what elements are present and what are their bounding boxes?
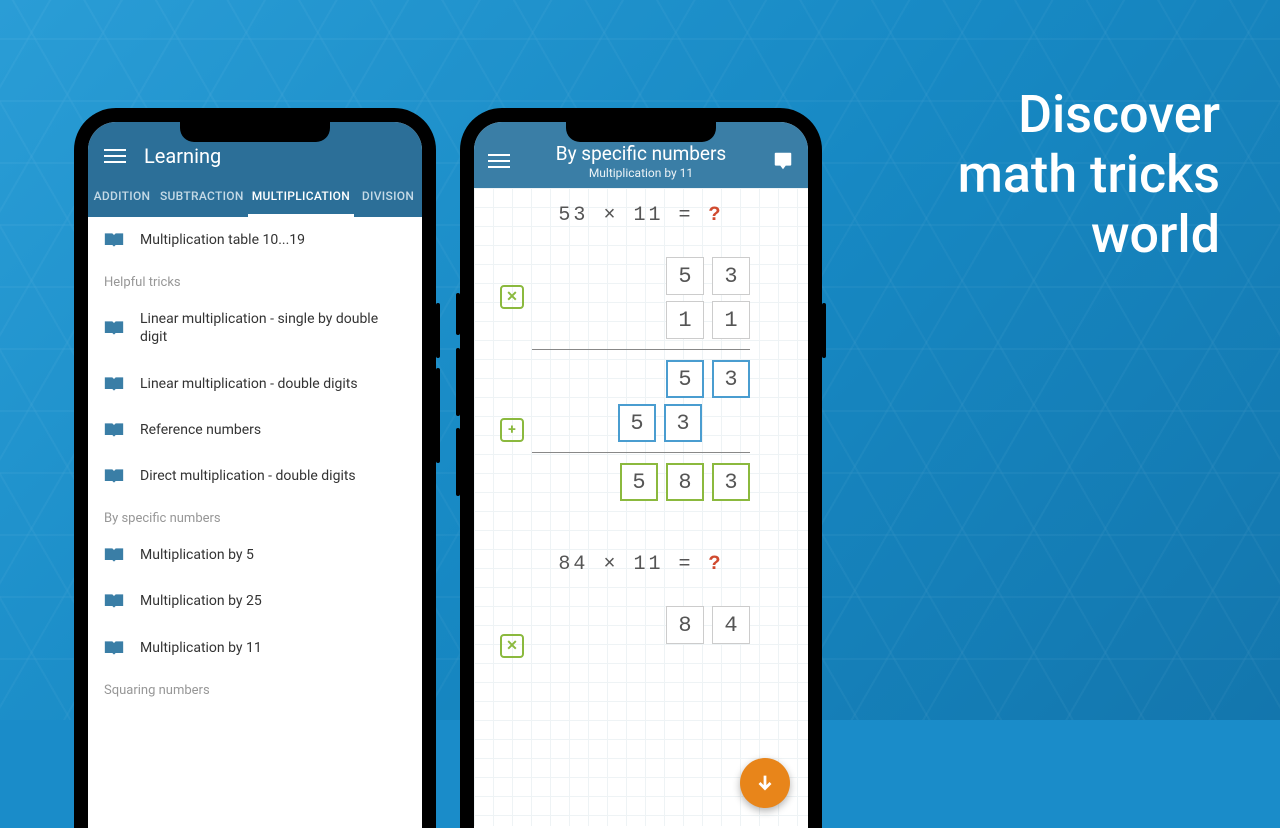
list-item-label: Multiplication by 25: [140, 592, 262, 610]
phone-side-button: [436, 303, 440, 358]
hamburger-menu-icon[interactable]: [104, 149, 126, 163]
question-mark: ?: [709, 204, 724, 227]
list-item-label: Multiplication table 10...19: [140, 231, 305, 249]
list-item[interactable]: Multiplication by 5: [88, 532, 422, 578]
headline-line-1: Discover: [958, 85, 1220, 145]
digit-cell: 5: [666, 257, 704, 295]
phone-side-button: [436, 368, 440, 463]
phone-frame: By specific numbers Multiplication by 11…: [460, 108, 822, 828]
list-item-label: Multiplication by 5: [140, 546, 254, 564]
operand-a: 53: [558, 204, 588, 227]
digit-row: 8 4: [532, 606, 750, 644]
phone-notch: [180, 122, 330, 142]
operand-a: 84: [558, 553, 588, 576]
digit-cell: 3: [712, 463, 750, 501]
divider: [532, 349, 750, 350]
digit-cell: 1: [712, 301, 750, 339]
category-tabs: ADDITION SUBTRACTION MULTIPLICATION DIVI…: [88, 178, 422, 217]
headline-line-2: math tricks: [958, 145, 1220, 205]
equation-1: 53 × 11 = ?: [492, 188, 790, 243]
book-icon: [104, 375, 124, 393]
app-bar-title: By specific numbers: [524, 142, 758, 165]
calculation-block-1: ✕ 5 3 1 1 + 5 3 5: [492, 243, 790, 515]
app-bar-title-block: By specific numbers Multiplication by 11: [524, 142, 758, 180]
list-item[interactable]: Direct multiplication - double digits: [88, 453, 422, 499]
phone-learning: Learning ADDITION SUBTRACTION MULTIPLICA…: [74, 108, 436, 828]
marketing-headline: Discover math tricks world: [958, 85, 1220, 264]
list-item[interactable]: Multiplication by 11: [88, 625, 422, 671]
list-item[interactable]: Linear multiplication - double digits: [88, 361, 422, 407]
phone-screen: Learning ADDITION SUBTRACTION MULTIPLICA…: [88, 122, 422, 828]
phone-notch: [566, 122, 716, 142]
scroll-down-fab[interactable]: [740, 758, 790, 808]
worksheet-area[interactable]: 53 × 11 = ? ✕ 5 3 1 1: [474, 188, 808, 826]
divider: [532, 452, 750, 453]
digit-cell: 3: [712, 257, 750, 295]
phone-screen: By specific numbers Multiplication by 11…: [474, 122, 808, 828]
calculation-block-2: ✕ 8 4: [492, 592, 790, 658]
digit-cell: 3: [664, 404, 702, 442]
arrow-down-icon: [754, 772, 776, 794]
tab-addition[interactable]: ADDITION: [88, 178, 156, 217]
multiply-badge-icon: ✕: [500, 285, 524, 309]
book-icon: [104, 421, 124, 439]
tab-division[interactable]: DIVISION: [354, 178, 422, 217]
result-row: 5 8 3: [532, 463, 750, 501]
book-icon: [104, 592, 124, 610]
equals: =: [679, 553, 694, 576]
list-item-label: Linear multiplication - double digits: [140, 375, 358, 393]
book-icon: [104, 546, 124, 564]
equation-2: 84 × 11 = ?: [492, 537, 790, 592]
digit-cell: 8: [666, 606, 704, 644]
book-icon: [104, 467, 124, 485]
phone-side-button: [822, 303, 826, 358]
lesson-list[interactable]: Multiplication table 10...19 Helpful tri…: [88, 217, 422, 815]
digit-cell: 5: [620, 463, 658, 501]
list-item-label: Linear multiplication - single by double…: [140, 310, 406, 346]
hamburger-menu-icon[interactable]: [488, 154, 510, 168]
tab-subtraction[interactable]: SUBTRACTION: [156, 178, 248, 217]
list-item[interactable]: Reference numbers: [88, 407, 422, 453]
list-item[interactable]: Multiplication table 10...19: [88, 217, 422, 263]
digit-row: 1 1: [532, 301, 750, 339]
question-mark: ?: [709, 553, 724, 576]
section-header: By specific numbers: [88, 499, 422, 532]
operand-b: 11: [633, 553, 663, 576]
app-bar-subtitle: Multiplication by 11: [524, 166, 758, 180]
tab-multiplication[interactable]: MULTIPLICATION: [248, 178, 354, 217]
app-bar-title: Learning: [144, 144, 221, 168]
phone-worksheet: By specific numbers Multiplication by 11…: [460, 108, 822, 828]
digit-cell: 1: [666, 301, 704, 339]
equals: =: [679, 204, 694, 227]
phone-frame: Learning ADDITION SUBTRACTION MULTIPLICA…: [74, 108, 436, 828]
list-item-label: Reference numbers: [140, 421, 261, 439]
comment-icon[interactable]: [772, 150, 794, 172]
digit-cell: 5: [618, 404, 656, 442]
list-item[interactable]: Multiplication by 25: [88, 578, 422, 624]
digit-cell: 4: [712, 606, 750, 644]
book-icon: [104, 231, 124, 249]
operator: ×: [603, 553, 618, 576]
book-icon: [104, 639, 124, 657]
spacer: [492, 515, 790, 537]
headline-line-3: world: [958, 205, 1220, 265]
section-header: Squaring numbers: [88, 671, 422, 704]
digit-cell: 3: [712, 360, 750, 398]
multiply-badge-icon: ✕: [500, 634, 524, 658]
digit-cell: 5: [666, 360, 704, 398]
list-item-label: Multiplication by 11: [140, 639, 262, 657]
digit-row: 5 3: [532, 257, 750, 295]
section-header: Helpful tricks: [88, 263, 422, 296]
operand-b: 11: [633, 204, 663, 227]
operator: ×: [603, 204, 618, 227]
list-item-label: Direct multiplication - double digits: [140, 467, 356, 485]
digit-cell: 8: [666, 463, 704, 501]
digit-row: 5 3: [484, 404, 702, 442]
book-icon: [104, 319, 124, 337]
digit-row: 5 3: [532, 360, 750, 398]
list-item[interactable]: Linear multiplication - single by double…: [88, 296, 422, 360]
